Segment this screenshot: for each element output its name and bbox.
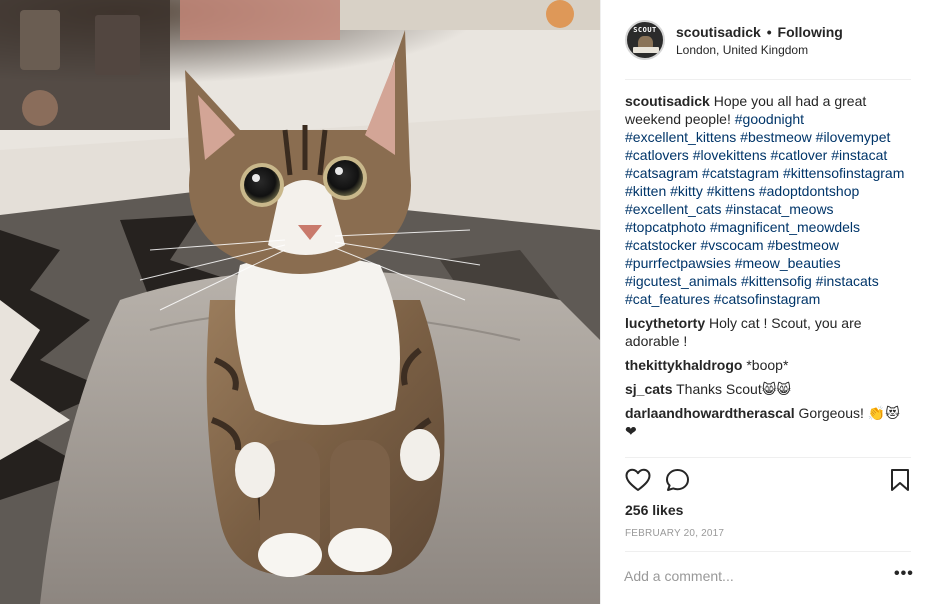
- post-date: FEBRUARY 20, 2017: [625, 528, 725, 539]
- header-text: scoutisadick • Following London, United …: [676, 23, 843, 59]
- post-photo[interactable]: [0, 0, 600, 604]
- post-header: SCOUT scoutisadick • Following London, U…: [625, 20, 911, 80]
- comment-author[interactable]: lucythetorty: [625, 315, 705, 331]
- add-comment-input[interactable]: [624, 566, 844, 586]
- comment-item: lucythetorty Holy cat ! Scout, you are a…: [625, 314, 911, 350]
- username-link[interactable]: scoutisadick: [676, 24, 761, 40]
- comment-item: thekittykhaldrogo *boop*: [625, 356, 911, 374]
- caption-author[interactable]: scoutisadick: [625, 93, 710, 109]
- heart-icon[interactable]: [625, 468, 651, 497]
- instagram-post: SCOUT scoutisadick • Following London, U…: [0, 0, 934, 604]
- comment-author[interactable]: thekittykhaldrogo: [625, 357, 742, 373]
- bookmark-icon[interactable]: [889, 468, 911, 497]
- comment-item: darlaandhowardtherascal Gorgeous! 👏😻❤: [625, 404, 911, 440]
- comment-author[interactable]: sj_cats: [625, 381, 672, 397]
- likes-count[interactable]: 256 likes: [625, 502, 683, 518]
- caption: scoutisadick Hope you all had a great we…: [625, 92, 911, 308]
- actions-divider: [625, 457, 911, 458]
- action-bar: [625, 468, 911, 494]
- comment-author[interactable]: darlaandhowardtherascal: [625, 405, 795, 421]
- location-link[interactable]: London, United Kingdom: [676, 42, 843, 59]
- avatar-text: SCOUT: [633, 26, 657, 34]
- comment-bubble-icon[interactable]: [665, 468, 691, 497]
- avatar-box-shape: [633, 47, 659, 53]
- header-username-row: scoutisadick • Following: [676, 23, 843, 41]
- following-button[interactable]: Following: [778, 24, 843, 40]
- comment-item: sj_cats Thanks Scout😸😸: [625, 380, 911, 398]
- post-details-panel: SCOUT scoutisadick • Following London, U…: [600, 0, 934, 604]
- comments-list: scoutisadick Hope you all had a great we…: [625, 92, 911, 446]
- comment-input-divider: [625, 551, 911, 552]
- cat-photo-illustration: [0, 0, 600, 604]
- comment-text: *boop*: [746, 357, 789, 373]
- comment-text: Thanks Scout😸😸: [676, 381, 791, 397]
- caption-hashtags[interactable]: #goodnight #excellent_kittens #bestmeow …: [625, 111, 904, 307]
- avatar[interactable]: SCOUT: [625, 20, 665, 60]
- separator-dot: •: [766, 24, 772, 40]
- more-options-icon[interactable]: •••: [894, 566, 914, 586]
